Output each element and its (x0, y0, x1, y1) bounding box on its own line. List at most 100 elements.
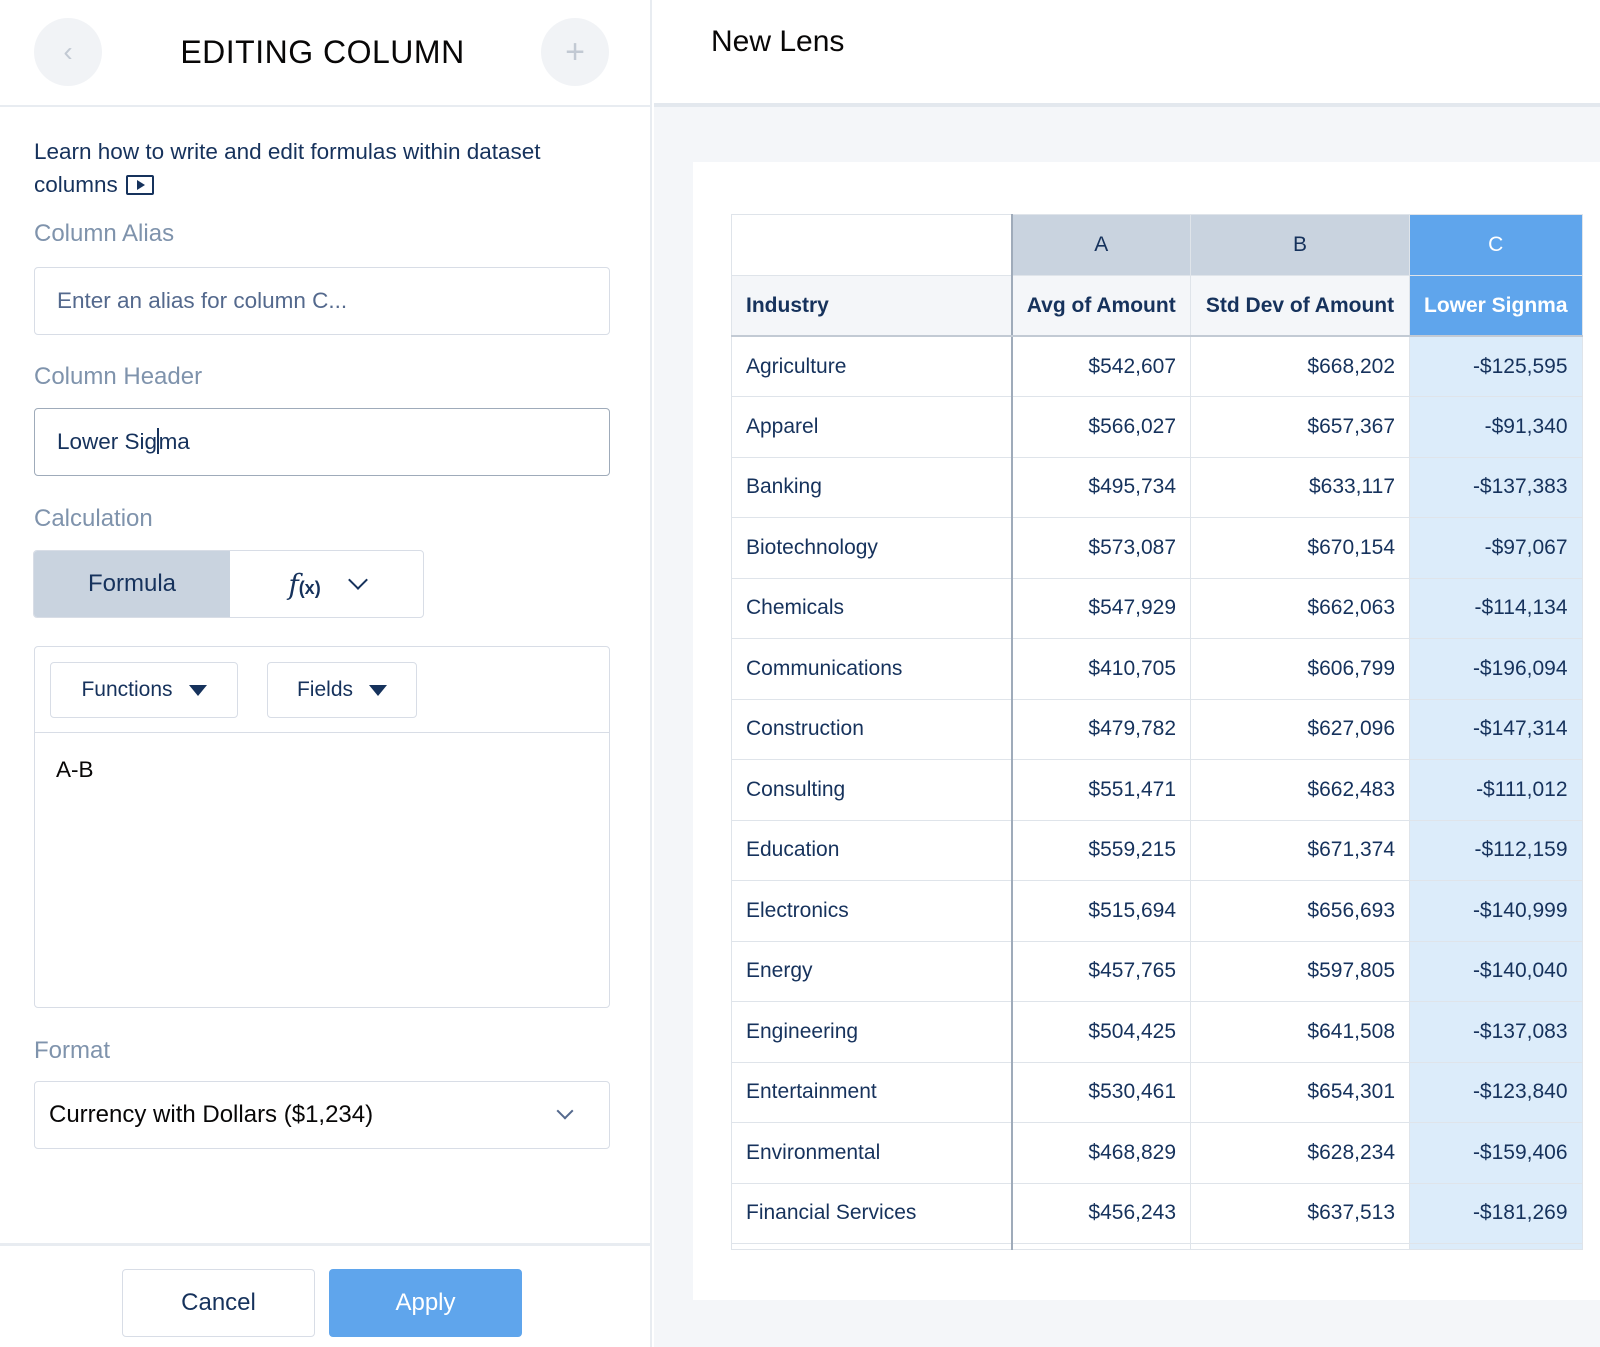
help-text: Learn how to write and edit formulas wit… (34, 135, 594, 201)
calculation-toggle: Formula f(x) (33, 550, 424, 618)
industry-cell: Environmental (731, 1122, 1013, 1184)
std-dev-cell: $606,799 (1190, 638, 1410, 700)
partial-cell (731, 1243, 1013, 1250)
std-dev-cell: $662,483 (1190, 759, 1410, 821)
formula-mode-button[interactable]: Formula (34, 551, 230, 617)
std-dev-cell: $597,805 (1190, 940, 1410, 1002)
fields-dropdown-button[interactable]: Fields (267, 662, 417, 718)
lower-sigma-cell: -$196,094 (1409, 638, 1583, 700)
column-letter-a[interactable]: A (1011, 214, 1191, 276)
industry-cell: Communications (731, 638, 1013, 700)
lower-sigma-cell: -$114,134 (1409, 577, 1583, 639)
functions-dropdown-button[interactable]: Functions (50, 662, 238, 718)
table-row: Agriculture $542,607 $668,202 -$125,595 (731, 335, 1583, 397)
std-dev-cell: $641,508 (1190, 1001, 1410, 1063)
std-dev-cell: $670,154 (1190, 517, 1410, 579)
lens-area: New Lens A B C Industry Avg of Amount St… (654, 0, 1600, 1347)
partial-cell (1409, 1243, 1583, 1250)
industry-cell: Engineering (731, 1001, 1013, 1063)
column-header-input[interactable]: Lower Sigma (34, 408, 610, 476)
video-play-icon[interactable] (125, 175, 154, 195)
table-row-partial (731, 1243, 1583, 1250)
header-avg-amount[interactable]: Avg of Amount (1011, 275, 1191, 337)
partial-cell (1011, 1243, 1191, 1250)
editing-column-panel: ‹ EDITING COLUMN + Learn how to write an… (0, 0, 652, 1347)
industry-cell: Apparel (731, 396, 1013, 458)
lower-sigma-cell: -$147,314 (1409, 698, 1583, 760)
std-dev-cell: $671,374 (1190, 819, 1410, 881)
industry-cell: Chemicals (731, 577, 1013, 639)
avg-amount-cell: $495,734 (1011, 456, 1191, 518)
industry-cell: Education (731, 819, 1013, 881)
lower-sigma-cell: -$125,595 (1409, 335, 1583, 397)
calculation-label: Calculation (34, 505, 153, 532)
avg-amount-cell: $479,782 (1011, 698, 1191, 760)
table-row: Entertainment $530,461 $654,301 -$123,840 (731, 1061, 1583, 1123)
avg-amount-cell: $457,765 (1011, 940, 1191, 1002)
std-dev-cell: $656,693 (1190, 880, 1410, 942)
lens-header: New Lens (654, 0, 1600, 107)
header-industry[interactable]: Industry (731, 275, 1013, 337)
header-std-dev-amount[interactable]: Std Dev of Amount (1190, 275, 1410, 337)
lower-sigma-cell: -$140,040 (1409, 940, 1583, 1002)
lower-sigma-cell: -$112,159 (1409, 819, 1583, 881)
data-table: A B C Industry Avg of Amount Std Dev of … (731, 214, 1583, 1250)
avg-amount-cell: $573,087 (1011, 517, 1191, 579)
lower-sigma-cell: -$137,383 (1409, 456, 1583, 518)
avg-amount-cell: $530,461 (1011, 1061, 1191, 1123)
avg-amount-cell: $566,027 (1011, 396, 1191, 458)
table-row: Energy $457,765 $597,805 -$140,040 (731, 940, 1583, 1002)
cancel-button[interactable]: Cancel (122, 1269, 315, 1337)
formula-textarea[interactable]: A-B (35, 733, 609, 807)
chevron-down-icon (556, 1102, 574, 1120)
industry-cell: Entertainment (731, 1061, 1013, 1123)
column-alias-label: Column Alias (34, 220, 175, 247)
format-value: Currency with Dollars ($1,234) (49, 1101, 374, 1128)
chevron-left-icon: ‹ (63, 36, 73, 67)
fields-label: Fields (296, 678, 354, 701)
industry-cell: Consulting (731, 759, 1013, 821)
column-header-value-start: Lower Sig (57, 429, 158, 454)
function-icon: f(x) (288, 568, 320, 601)
back-button[interactable]: ‹ (34, 18, 102, 86)
avg-amount-cell: $504,425 (1011, 1001, 1191, 1063)
industry-cell: Construction (731, 698, 1013, 760)
table-row: Biotechnology $573,087 $670,154 -$97,067 (731, 517, 1583, 579)
table-row: Communications $410,705 $606,799 -$196,094 (731, 638, 1583, 700)
lower-sigma-cell: -$123,840 (1409, 1061, 1583, 1123)
functions-label: Functions (81, 678, 173, 701)
partial-cell (1190, 1243, 1410, 1250)
industry-cell: Banking (731, 456, 1013, 518)
add-button[interactable]: + (541, 18, 609, 86)
industry-cell: Electronics (731, 880, 1013, 942)
table-row: Environmental $468,829 $628,234 -$159,406 (731, 1122, 1583, 1184)
industry-cell: Biotechnology (731, 517, 1013, 579)
apply-button[interactable]: Apply (329, 1269, 522, 1337)
industry-cell: Financial Services (731, 1182, 1013, 1244)
column-alias-input[interactable]: Enter an alias for column C... (34, 267, 610, 335)
formula-editor-toolbar: Functions Fields (35, 647, 609, 733)
avg-amount-cell: $468,829 (1011, 1122, 1191, 1184)
function-mode-dropdown[interactable]: f(x) (230, 551, 423, 617)
format-select[interactable]: Currency with Dollars ($1,234) (34, 1081, 610, 1149)
std-dev-cell: $668,202 (1190, 335, 1410, 397)
avg-amount-cell: $410,705 (1011, 638, 1191, 700)
avg-amount-cell: $515,694 (1011, 880, 1191, 942)
avg-amount-cell: $547,929 (1011, 577, 1191, 639)
column-header-label: Column Header (34, 363, 203, 390)
lower-sigma-cell: -$111,012 (1409, 759, 1583, 821)
table-row: Engineering $504,425 $641,508 -$137,083 (731, 1001, 1583, 1063)
column-letter-row: A B C (731, 214, 1583, 276)
lower-sigma-cell: -$181,269 (1409, 1182, 1583, 1244)
lower-sigma-cell: -$137,083 (1409, 1001, 1583, 1063)
column-letter-c[interactable]: C (1409, 214, 1583, 276)
table-row: Chemicals $547,929 $662,063 -$114,134 (731, 577, 1583, 639)
panel-header: ‹ EDITING COLUMN + (0, 0, 652, 107)
industry-cell: Agriculture (731, 335, 1013, 397)
column-letter-b[interactable]: B (1190, 214, 1410, 276)
avg-amount-cell: $456,243 (1011, 1182, 1191, 1244)
std-dev-cell: $628,234 (1190, 1122, 1410, 1184)
header-lower-sigma[interactable]: Lower Signma (1409, 275, 1583, 337)
lower-sigma-cell: -$97,067 (1409, 517, 1583, 579)
std-dev-cell: $662,063 (1190, 577, 1410, 639)
